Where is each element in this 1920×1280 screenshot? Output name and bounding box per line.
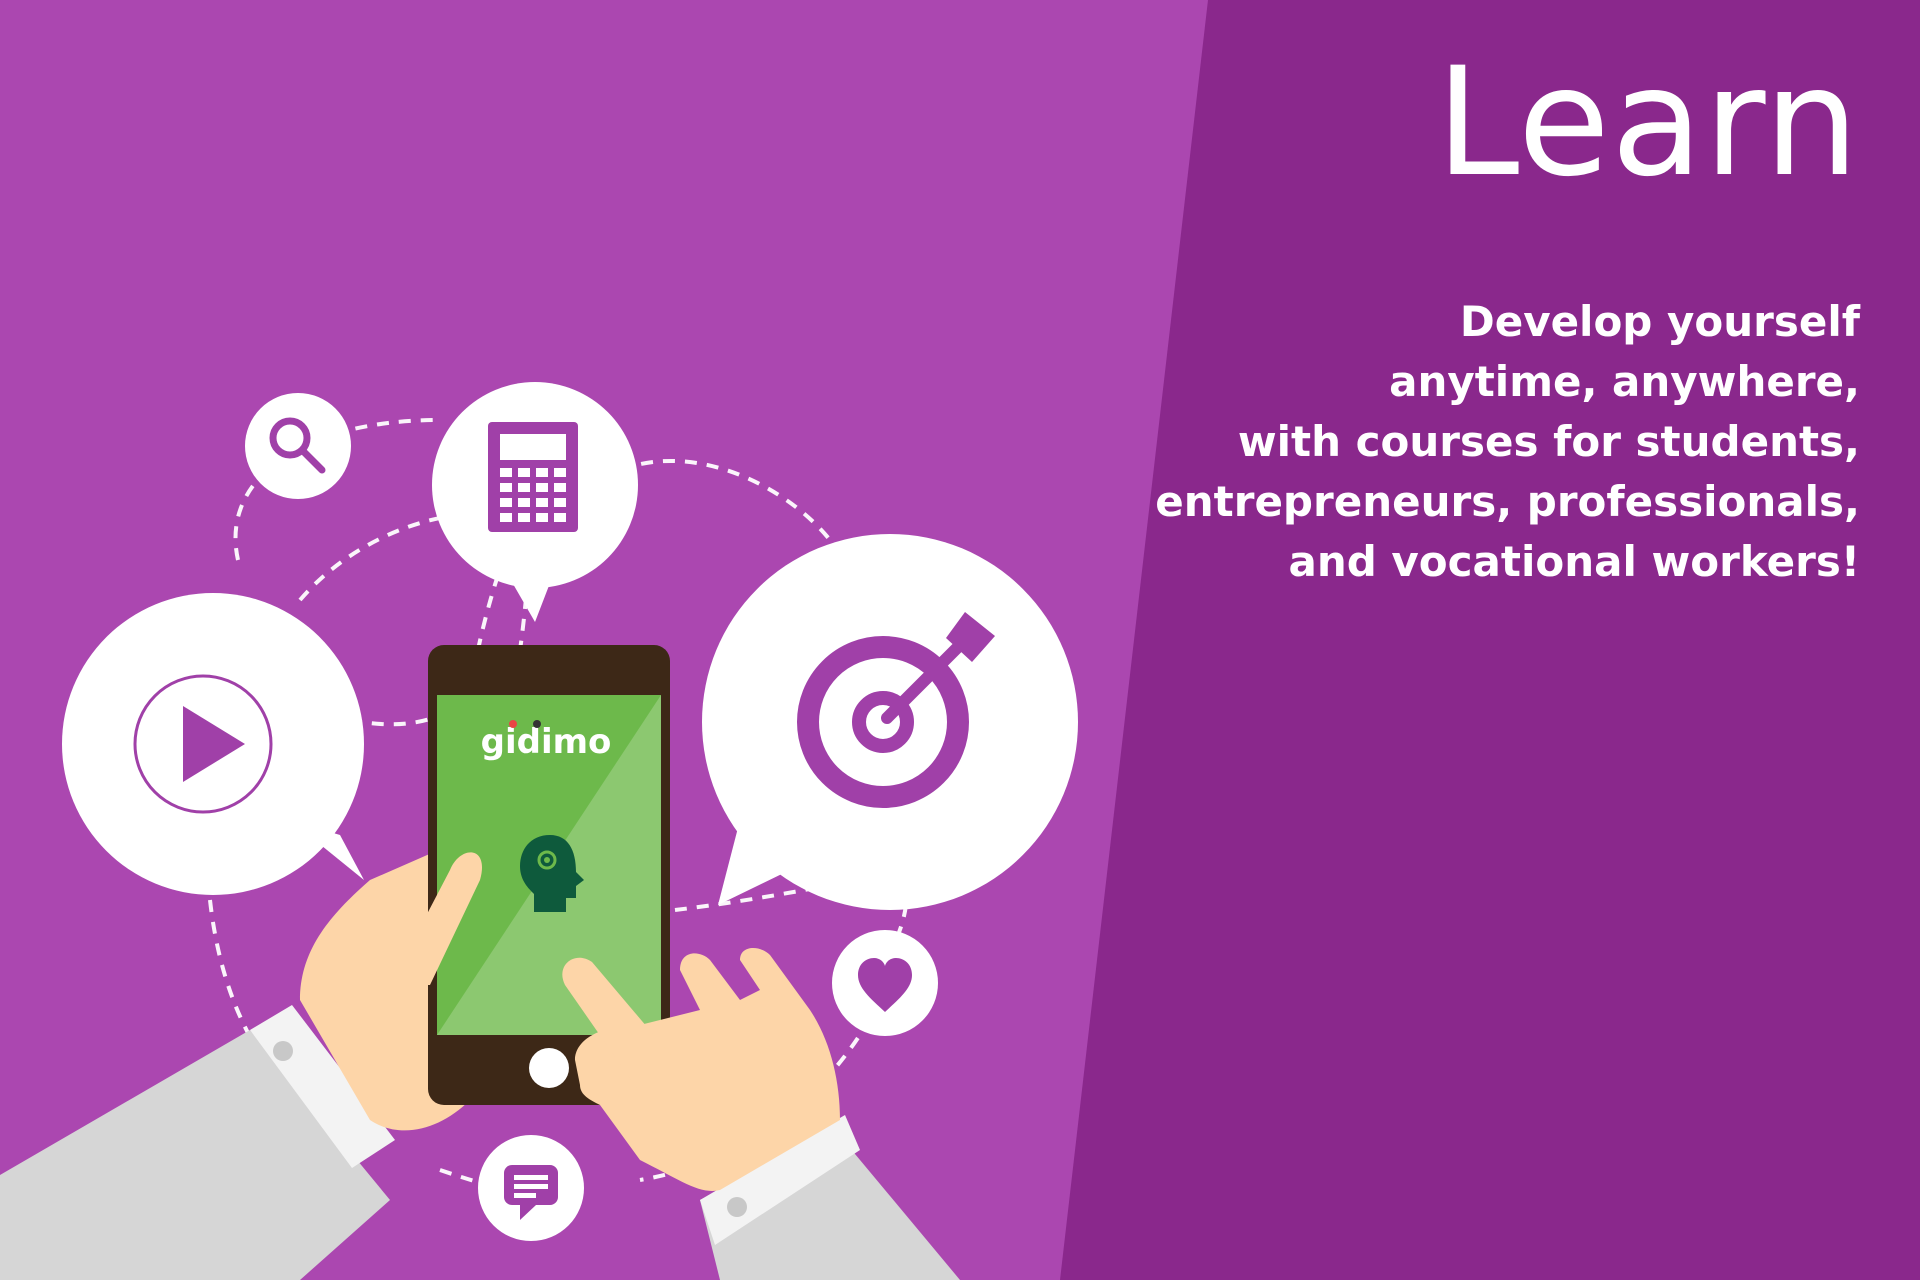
tagline-line: Develop yourself: [1459, 297, 1860, 346]
tagline-line: entrepreneurs, professionals,: [1155, 477, 1860, 526]
phone-home-button: [529, 1048, 569, 1088]
play-bubble: [62, 593, 364, 895]
tagline: Develop yourself anytime, anywhere, with…: [1000, 292, 1860, 592]
tagline-line: anytime, anywhere,: [1389, 357, 1860, 406]
calculator-bubble: [432, 382, 638, 622]
page-headline: Learn: [1435, 36, 1860, 210]
tagline-line: and vocational workers!: [1288, 537, 1860, 586]
search-bubble: [245, 393, 351, 499]
heart-bubble: [832, 930, 938, 1036]
left-hand: [0, 845, 470, 1280]
message-bubble: [478, 1135, 584, 1241]
tagline-line: with courses for students,: [1237, 417, 1860, 466]
phone-brand: gidimo: [481, 722, 612, 762]
calculator-icon: [488, 422, 578, 532]
